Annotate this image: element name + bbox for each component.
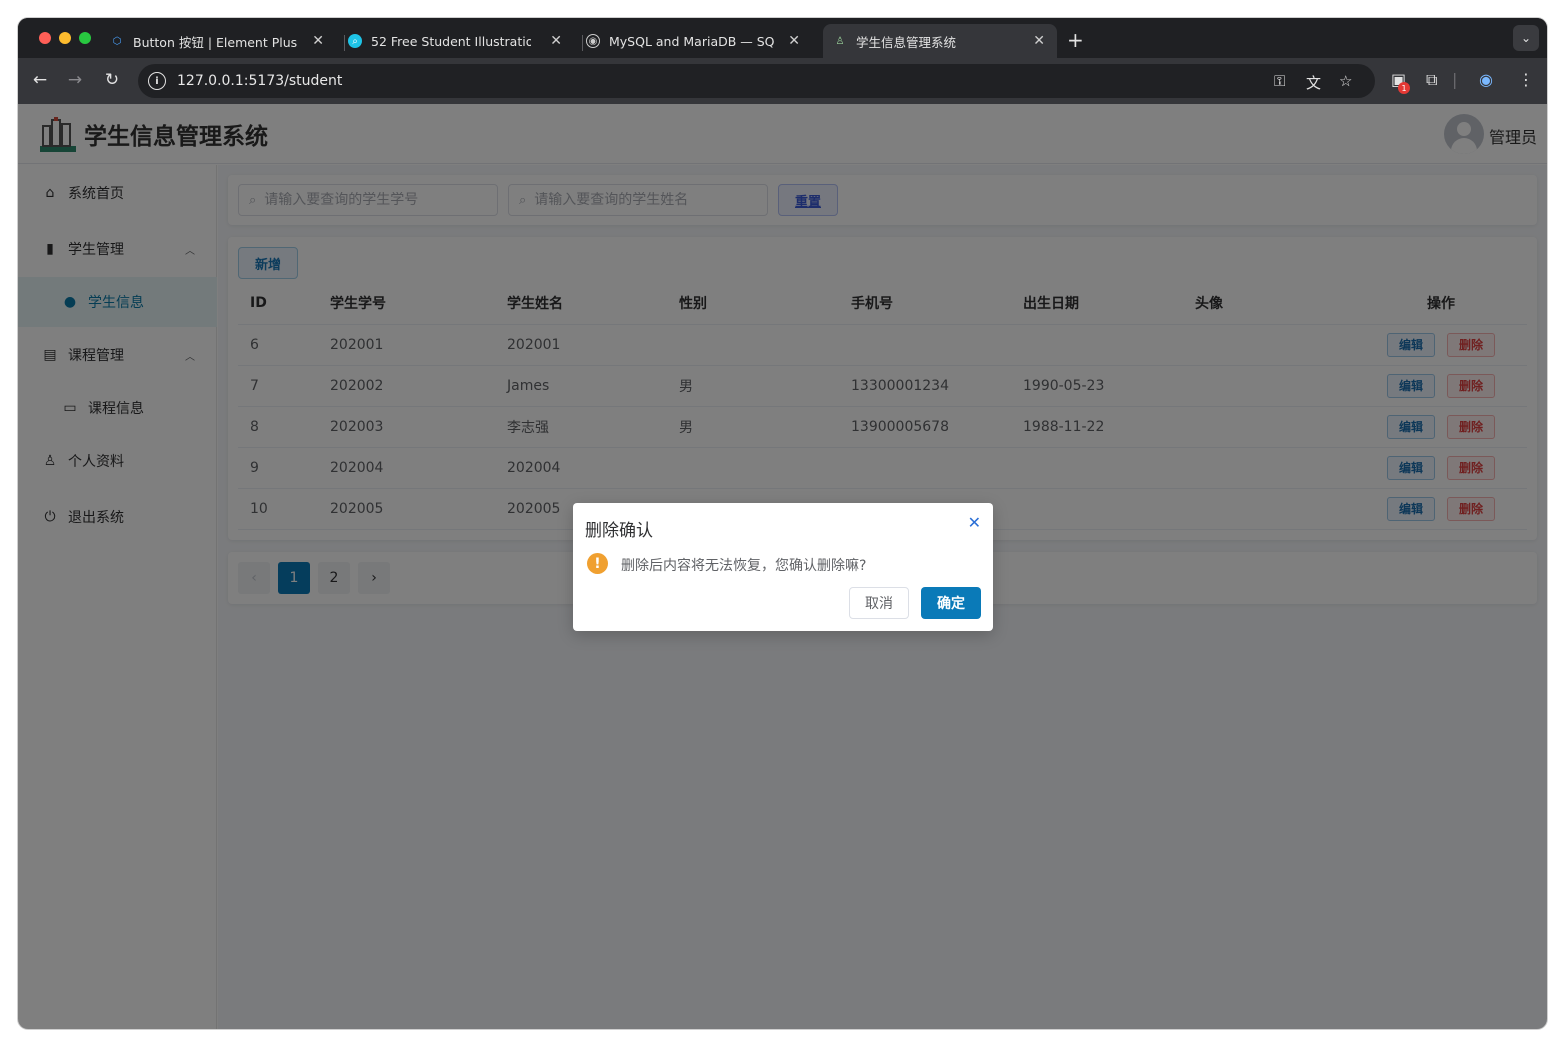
tab-student-illustrations[interactable]: ⌕ 52 Free Student Illustrations ✕: [348, 24, 574, 58]
address-bar[interactable]: i 127.0.0.1:5173/student ⚿ 文 ☆: [138, 64, 1375, 98]
tab-strip: ⬡ Button 按钮 | Element Plus ✕ ⌕ 52 Free S…: [18, 18, 1547, 58]
close-tab-icon[interactable]: ✕: [550, 33, 562, 49]
element-plus-icon: ⬡: [112, 35, 122, 47]
cancel-button[interactable]: 取消: [849, 587, 909, 619]
more-menu-icon[interactable]: ⋮: [1518, 70, 1534, 89]
password-key-icon[interactable]: ⚿: [1274, 72, 1285, 90]
dialog-message: 删除后内容将无法恢复，您确认删除嘛?: [621, 558, 867, 574]
profile-icon[interactable]: ◉: [1479, 70, 1493, 89]
tab-divider: [582, 35, 583, 51]
search-icon: ⌕: [348, 34, 362, 48]
url-text: 127.0.0.1:5173/student: [177, 73, 343, 89]
tab-student-system[interactable]: ♙ 学生信息管理系统 ✕: [823, 24, 1057, 58]
new-tab-button[interactable]: +: [1067, 28, 1084, 52]
tab-sqlalchemy[interactable]: ◉ MySQL and MariaDB — SQLAl ✕: [586, 24, 812, 58]
sqlalchemy-icon: ◉: [586, 34, 600, 48]
student-system-icon: ♙: [835, 35, 845, 47]
reload-icon[interactable]: ↻: [101, 70, 123, 90]
site-info-icon[interactable]: i: [148, 72, 166, 90]
browser-toolbar: ← → ↻ i 127.0.0.1:5173/student ⚿ 文 ☆ ▣ 1…: [18, 58, 1547, 104]
back-arrow-icon[interactable]: ←: [29, 70, 51, 90]
bookmark-star-icon[interactable]: ☆: [1339, 72, 1352, 90]
dialog-title: 删除确认: [585, 521, 653, 541]
tab-element-plus[interactable]: ⬡ Button 按钮 | Element Plus ✕: [110, 24, 336, 58]
close-tab-icon[interactable]: ✕: [1033, 33, 1045, 49]
tab-search-chevron-icon[interactable]: ⌄: [1513, 25, 1539, 51]
close-icon[interactable]: ✕: [968, 513, 981, 532]
minimize-window-button[interactable]: [59, 32, 71, 44]
tab-divider: [344, 35, 345, 51]
app-page: 学生信息管理系统 管理员 ⌂ 系统首页 ▮ 学生管理 ︿ ● 学生信息 ▤ 课程…: [18, 104, 1547, 1029]
translate-icon[interactable]: 文: [1306, 72, 1321, 93]
close-tab-icon[interactable]: ✕: [312, 33, 324, 49]
puzzle-extensions-icon[interactable]: ⧉: [1426, 70, 1437, 90]
close-window-button[interactable]: [39, 32, 51, 44]
delete-confirm-dialog: 删除确认 ✕ ! 删除后内容将无法恢复，您确认删除嘛? 取消 确定: [573, 503, 993, 631]
maximize-window-button[interactable]: [79, 32, 91, 44]
extension-badge: 1: [1398, 82, 1410, 94]
browser-window: ⬡ Button 按钮 | Element Plus ✕ ⌕ 52 Free S…: [18, 18, 1547, 1029]
close-tab-icon[interactable]: ✕: [788, 33, 800, 49]
forward-arrow-icon[interactable]: →: [64, 70, 86, 90]
confirm-button[interactable]: 确定: [921, 587, 981, 619]
warning-icon: !: [587, 553, 608, 574]
toolbar-divider: |: [1452, 70, 1458, 89]
